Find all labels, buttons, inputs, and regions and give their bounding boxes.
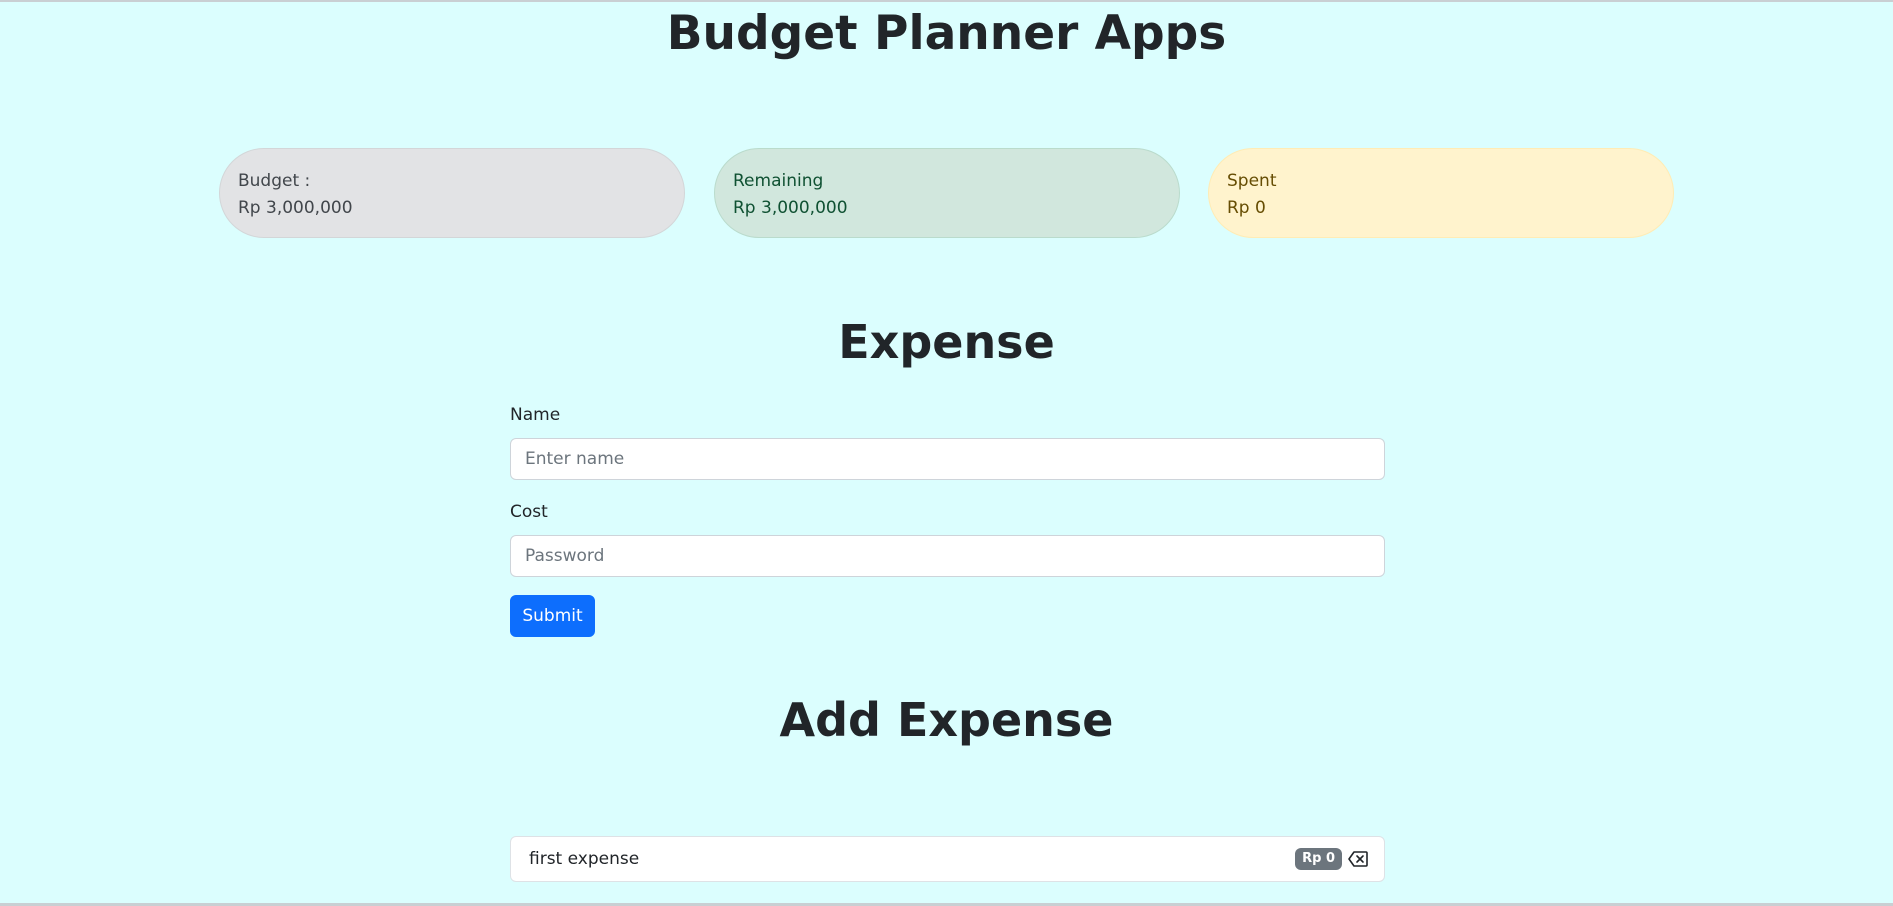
remaining-label: Remaining [733,171,824,191]
budget-card: Budget : Rp 3,000,000 [219,148,685,238]
expense-form-title: Expense [838,315,1055,369]
name-label: Name [510,405,561,425]
expense-list: first expense Rp 0 [510,836,1385,882]
spent-label: Spent [1227,171,1277,191]
spent-card: Spent Rp 0 [1208,148,1674,238]
expense-list-title: Add Expense [779,693,1114,747]
remaining-card: Remaining Rp 3,000,000 [714,148,1180,238]
spent-value: Rp 0 [1227,198,1266,218]
budget-label: Budget : [238,171,311,191]
expense-list-item: first expense Rp 0 [510,836,1385,882]
backspace-icon[interactable] [1348,851,1368,867]
budget-value: Rp 3,000,000 [238,198,353,218]
expense-cost-badge: Rp 0 [1295,848,1342,870]
name-input[interactable] [510,438,1385,480]
remaining-value: Rp 3,000,000 [733,198,848,218]
expense-item-name: first expense [529,849,640,869]
app-title: Budget Planner Apps [666,6,1227,61]
cost-label: Cost [510,502,548,522]
cost-input[interactable] [510,535,1385,577]
submit-button[interactable]: Submit [510,595,595,637]
